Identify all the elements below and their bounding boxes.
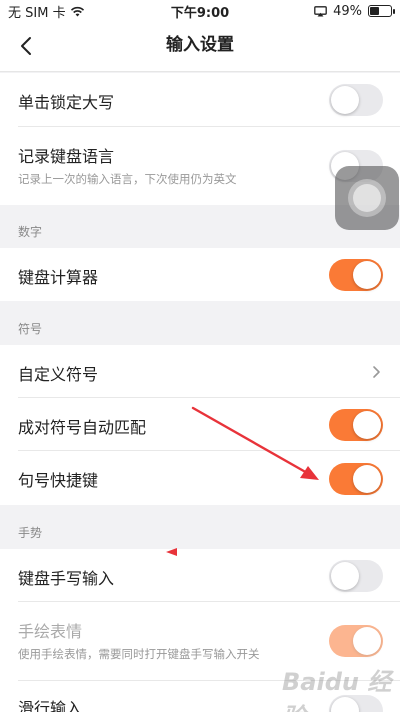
toggle-knob [331,86,359,114]
handwriting-label: 键盘手写输入 [18,569,115,588]
back-button[interactable] [10,30,42,62]
carrier-text: 无 SIM 卡 [8,5,66,21]
battery-percent: 49% [333,3,362,19]
section-header-gestures: 手势 [0,505,400,549]
settings-row-custom-symbols[interactable]: 自定义符号 [0,345,400,398]
section-title-symbols: 符号 [18,322,43,336]
settings-row-period-shortcut: 句号快捷键 [0,451,400,505]
baidu-watermark: Baidu 经验 [282,668,392,712]
assistive-touch-button[interactable] [335,166,399,230]
custom-symbols-label: 自定义符号 [18,365,99,384]
period-shortcut-toggle[interactable] [329,463,383,495]
chevron-left-icon [21,37,31,55]
settings-row-pair-symbols: 成对符号自动匹配 [0,398,400,451]
screen-mirror-icon [314,5,327,16]
toggle-knob [353,627,381,655]
toggle-knob [353,261,381,289]
period-shortcut-label: 句号快捷键 [18,471,99,490]
nav-bar: 输入设置 [0,22,400,72]
calculator-label: 键盘计算器 [18,268,99,287]
pair-symbols-toggle[interactable] [329,409,383,441]
caps-lock-toggle[interactable] [329,84,383,116]
hand-drawn-emoji-desc: 使用手绘表情，需要同时打开键盘手写输入开关 [18,647,260,661]
toggle-knob [331,562,359,590]
hand-drawn-emoji-label: 手绘表情 [18,622,83,641]
page-title: 输入设置 [166,35,234,55]
swipe-input-label: 滑行输入 [18,699,83,712]
battery-icon [368,5,395,17]
settings-row-handwriting: 键盘手写输入 [0,549,400,602]
keyboard-language-label: 记录键盘语言 [18,147,115,166]
status-left: 无 SIM 卡 [8,2,85,21]
wifi-icon [70,6,84,16]
caps-lock-label: 单击锁定大写 [18,93,115,112]
keyboard-language-desc: 记录上一次的输入语言，下次使用仍为英文 [18,172,237,186]
pair-symbols-label: 成对符号自动匹配 [18,418,147,437]
handwriting-toggle[interactable] [329,560,383,592]
settings-row-caps-lock: 单击锁定大写 [0,73,400,127]
status-right: 49% [314,3,395,19]
section-title-digits: 数字 [18,225,43,239]
toggle-knob [353,411,381,439]
battery-fill [370,7,380,15]
calculator-toggle[interactable] [329,259,383,291]
section-title-gestures: 手势 [18,526,43,540]
chevron-right-icon [373,366,380,378]
status-bar: 无 SIM 卡 下午9:00 49% [0,0,400,22]
hand-drawn-emoji-toggle[interactable] [329,625,383,657]
toggle-knob [353,465,381,493]
assistive-touch-core [353,184,381,212]
section-header-symbols: 符号 [0,301,400,345]
settings-row-calculator: 键盘计算器 [0,248,400,301]
